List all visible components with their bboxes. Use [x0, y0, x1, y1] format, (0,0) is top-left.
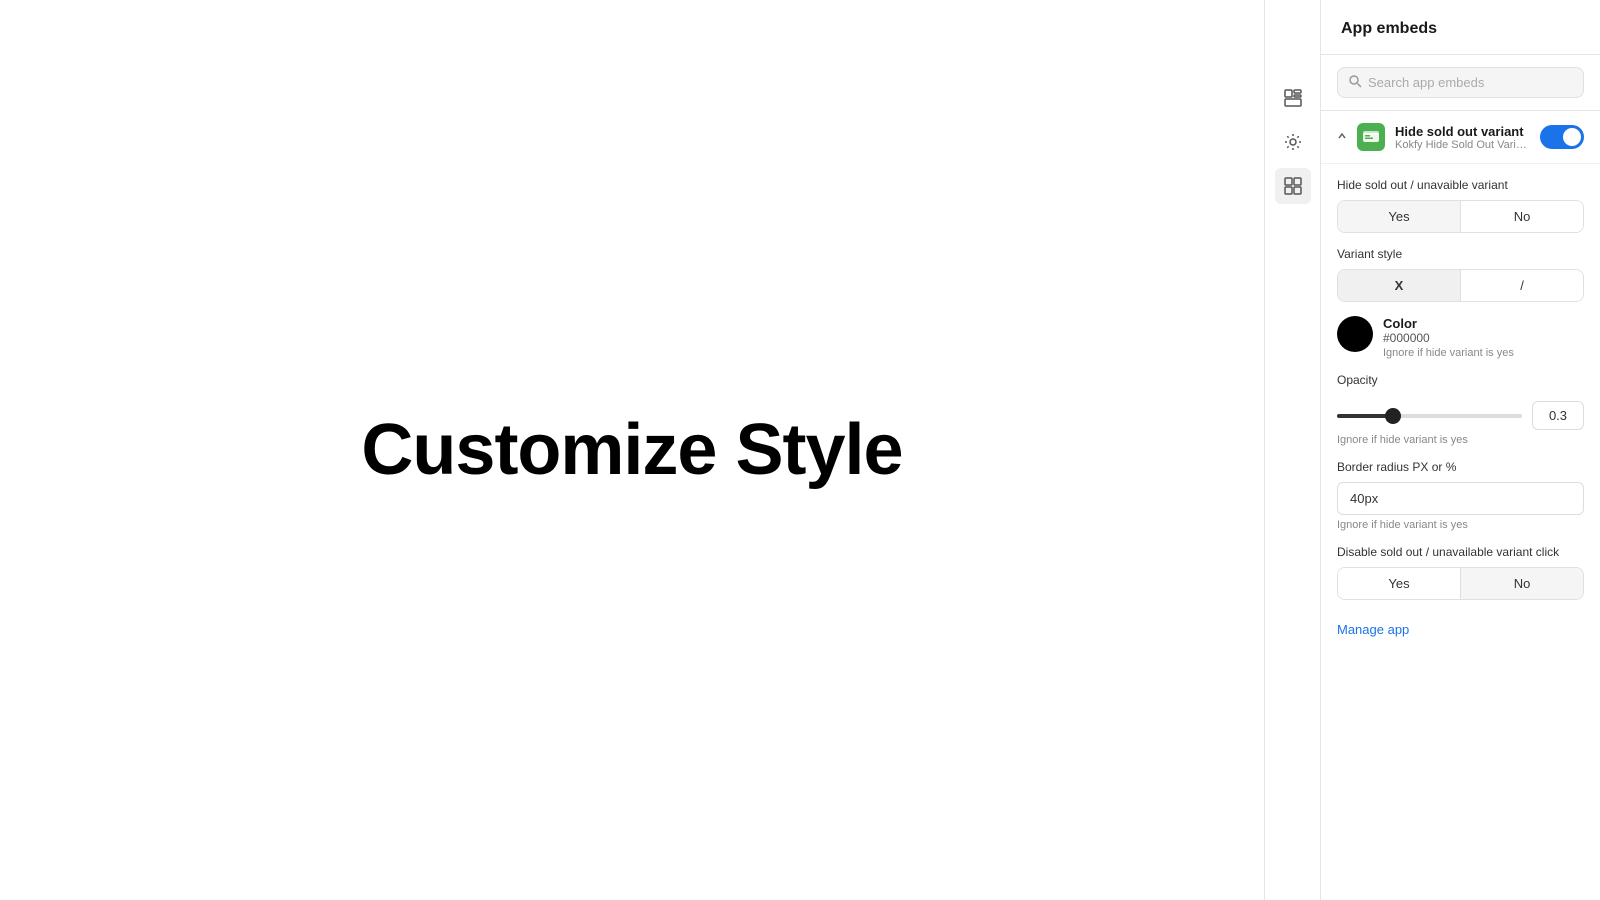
- style-x-btn[interactable]: X: [1338, 270, 1461, 301]
- chevron-up-icon[interactable]: [1337, 130, 1347, 144]
- color-group: Color #000000 Ignore if hide variant is …: [1337, 316, 1584, 359]
- app-info: Hide sold out variant Kokfy Hide Sold Ou…: [1395, 124, 1530, 151]
- app-sub: Kokfy Hide Sold Out Varia...: [1395, 139, 1530, 151]
- variant-style-toggle: X /: [1337, 269, 1584, 302]
- hide-variant-group: Hide sold out / unavaible variant Yes No: [1337, 178, 1584, 233]
- style-slash-btn[interactable]: /: [1461, 270, 1583, 301]
- border-radius-input[interactable]: 40px: [1337, 482, 1584, 515]
- embed-toggle[interactable]: [1540, 125, 1584, 149]
- manage-app-link[interactable]: Manage app: [1321, 614, 1600, 653]
- disable-click-yes-btn[interactable]: Yes: [1338, 568, 1461, 599]
- border-radius-label: Border radius PX or %: [1337, 460, 1584, 474]
- search-input[interactable]: [1368, 75, 1573, 90]
- border-note: Ignore if hide variant is yes: [1337, 519, 1584, 531]
- panel-title: App embeds: [1341, 20, 1437, 37]
- hide-variant-toggle: Yes No: [1337, 200, 1584, 233]
- panel-header: App embeds: [1321, 0, 1600, 55]
- settings-icon-button[interactable]: [1275, 124, 1311, 160]
- color-hex: #000000: [1383, 331, 1514, 345]
- hide-variant-label: Hide sold out / unavaible variant: [1337, 178, 1584, 192]
- hide-variant-no-btn[interactable]: No: [1461, 201, 1583, 232]
- search-box: [1337, 67, 1584, 98]
- color-label: Color: [1383, 316, 1514, 331]
- border-radius-group: Border radius PX or % 40px Ignore if hid…: [1337, 460, 1584, 531]
- hide-variant-yes-btn[interactable]: Yes: [1338, 201, 1461, 232]
- apps-icon-button[interactable]: [1275, 168, 1311, 204]
- layout-icon-button[interactable]: [1275, 80, 1311, 116]
- disable-click-no-btn[interactable]: No: [1461, 568, 1583, 599]
- settings-area: Hide sold out / unavaible variant Yes No…: [1321, 164, 1600, 614]
- app-name: Hide sold out variant: [1395, 124, 1530, 139]
- opacity-slider-thumb[interactable]: [1385, 408, 1401, 424]
- color-info: Color #000000 Ignore if hide variant is …: [1383, 316, 1514, 359]
- color-note: Ignore if hide variant is yes: [1383, 347, 1514, 359]
- disable-click-label: Disable sold out / unavailable variant c…: [1337, 545, 1584, 559]
- opacity-controls: 0.3: [1337, 401, 1584, 430]
- embeds-panel: App embeds: [1320, 0, 1600, 900]
- page-title: Customize Style: [361, 409, 902, 491]
- disable-click-group: Disable sold out / unavailable variant c…: [1337, 545, 1584, 600]
- opacity-group: Opacity 0.3 Ignore if hide variant is ye…: [1337, 373, 1584, 446]
- search-icon: [1348, 74, 1362, 91]
- opacity-slider-track[interactable]: [1337, 414, 1522, 418]
- color-swatch[interactable]: [1337, 316, 1373, 352]
- variant-style-group: Variant style X /: [1337, 247, 1584, 302]
- opacity-note: Ignore if hide variant is yes: [1337, 434, 1584, 446]
- opacity-label: Opacity: [1337, 373, 1584, 387]
- app-icon: [1357, 123, 1385, 151]
- embed-item-header: Hide sold out variant Kokfy Hide Sold Ou…: [1321, 111, 1600, 164]
- icon-sidebar: [1264, 0, 1320, 900]
- search-container: [1321, 55, 1600, 111]
- disable-click-toggle: Yes No: [1337, 567, 1584, 600]
- variant-style-label: Variant style: [1337, 247, 1584, 261]
- opacity-input[interactable]: 0.3: [1532, 401, 1584, 430]
